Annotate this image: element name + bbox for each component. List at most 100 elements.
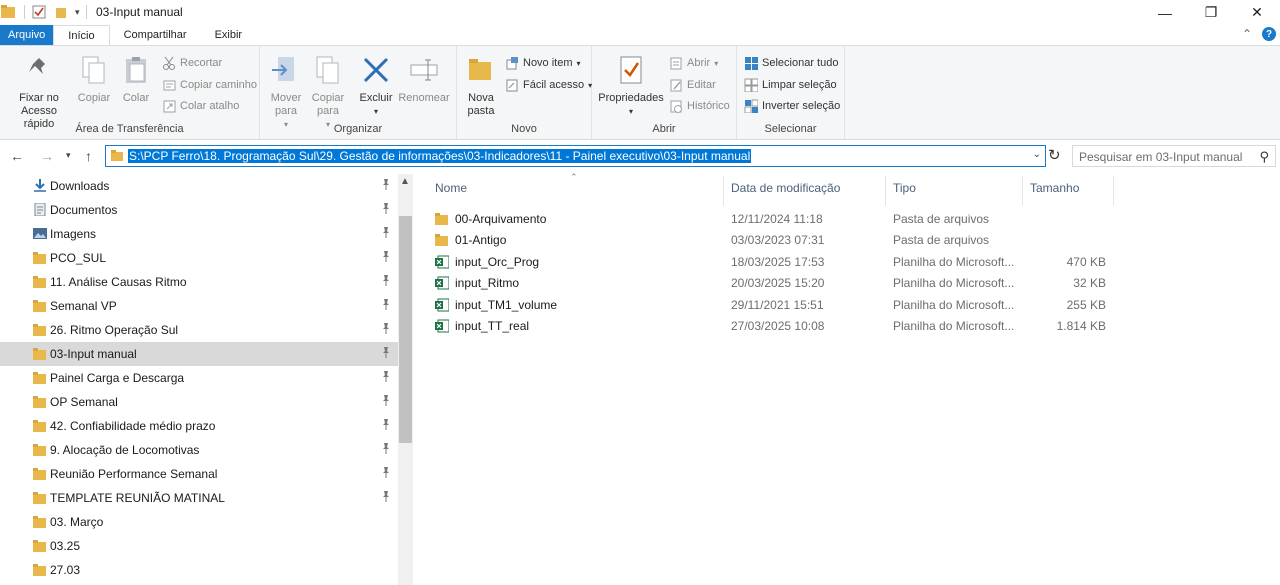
up-arrow-icon[interactable]: ↑ — [85, 148, 92, 164]
nav-item[interactable]: Reunião Performance Semanal — [0, 462, 398, 486]
scroll-up-icon[interactable]: ▲ — [400, 176, 410, 187]
file-row[interactable]: input_TM1_volume 29/11/2021 15:51 Planilha… — [431, 294, 1131, 315]
tab-inicio[interactable]: Início — [53, 25, 110, 45]
copy-button[interactable]: Copiar — [76, 54, 112, 105]
select-all-button[interactable]: Selecionar tudo — [744, 56, 838, 70]
column-divider[interactable] — [885, 176, 886, 206]
file-row[interactable]: input_Ritmo 20/03/2025 15:20 Planilha do M… — [431, 272, 1131, 293]
copy-path-button[interactable]: Copiar caminho — [162, 78, 257, 92]
nav-item-label: 42. Confiabilidade médio prazo — [50, 419, 216, 433]
clipboard-group-label: Área de Transferência — [75, 123, 184, 135]
delete-button[interactable]: Excluir ▾ — [358, 54, 394, 118]
move-to-button[interactable]: Mover para ▾ — [268, 54, 304, 131]
maximize-button[interactable]: ❐ — [1188, 0, 1234, 25]
pin-icon[interactable] — [381, 179, 391, 193]
pin-quick-access-button[interactable]: Fixar no Acesso rápido — [4, 54, 74, 131]
new-item-button[interactable]: Novo item ▾ — [505, 56, 581, 70]
nav-item[interactable]: 03-Input manual — [0, 342, 398, 366]
scrollbar-thumb[interactable] — [399, 216, 412, 443]
tab-exibir[interactable]: Exibir — [201, 25, 257, 45]
pin-icon[interactable] — [381, 467, 391, 481]
pin-icon[interactable] — [381, 443, 391, 457]
search-icon[interactable]: ⚲ — [1259, 149, 1269, 165]
nav-item[interactable]: 03. Março — [0, 510, 398, 534]
pin-icon[interactable] — [381, 419, 391, 433]
file-row[interactable]: input_TT_real 27/03/2025 10:08 Planilha do… — [431, 315, 1131, 336]
new-folder-button[interactable]: Nova pasta — [463, 54, 499, 118]
pin-icon[interactable] — [381, 203, 391, 217]
refresh-icon[interactable]: ↻ — [1048, 146, 1061, 164]
pin-icon[interactable] — [381, 395, 391, 409]
nav-item[interactable]: 9. Alocação de Locomotivas — [0, 438, 398, 462]
nav-item[interactable]: OP Semanal — [0, 390, 398, 414]
nav-item[interactable]: TEMPLATE REUNIÃO MATINAL — [0, 486, 398, 510]
nav-item[interactable]: 42. Confiabilidade médio prazo — [0, 414, 398, 438]
file-row[interactable]: 01-Antigo 03/03/2023 07:31 Pasta de arquiv… — [431, 229, 1131, 250]
nav-item-label: TEMPLATE REUNIÃO MATINAL — [50, 491, 225, 505]
pin-icon[interactable] — [381, 227, 391, 241]
properties-button[interactable]: Propriedades ▾ — [598, 54, 664, 118]
close-button[interactable]: ✕ — [1234, 0, 1280, 25]
nav-item[interactable]: 11. Análise Causas Ritmo — [0, 270, 398, 294]
nav-item[interactable]: Downloads — [0, 174, 398, 198]
pin-icon[interactable] — [381, 371, 391, 385]
address-dropdown-icon[interactable]: ⌄ — [1033, 149, 1041, 160]
nav-item[interactable]: Documentos — [0, 198, 398, 222]
file-row[interactable]: input_Orc_Prog 18/03/2025 17:53 Planilha d… — [431, 251, 1131, 272]
paste-shortcut-button[interactable]: Colar atalho — [162, 99, 239, 113]
nav-item[interactable]: PCO_SUL — [0, 246, 398, 270]
nav-item[interactable]: Painel Carga e Descarga — [0, 366, 398, 390]
recent-locations-icon[interactable]: ▾ — [66, 150, 71, 161]
copy-to-button[interactable]: Copiar para ▾ — [308, 54, 348, 131]
new-folder-icon[interactable] — [53, 4, 69, 20]
pin-icon[interactable] — [381, 491, 391, 505]
forward-arrow-icon[interactable]: → — [40, 148, 54, 164]
column-divider[interactable] — [1022, 176, 1023, 206]
nav-item[interactable]: 26. Ritmo Operação Sul — [0, 318, 398, 342]
history-button[interactable]: Histórico — [669, 99, 730, 113]
nav-item-label: Reunião Performance Semanal — [50, 467, 218, 481]
customize-toolbar-icon[interactable]: ▾ — [75, 7, 80, 18]
scissors-icon — [163, 56, 175, 70]
open-button[interactable]: Abrir ▾ — [669, 56, 718, 70]
properties-icon[interactable] — [31, 4, 47, 20]
column-header-date[interactable]: Data de modificação — [731, 181, 840, 195]
nav-item[interactable]: Semanal VP — [0, 294, 398, 318]
folder-icon — [33, 491, 47, 504]
easy-access-button[interactable]: Fácil acesso ▾ — [505, 78, 592, 92]
rename-button[interactable]: Renomear — [398, 54, 450, 105]
column-divider[interactable] — [723, 176, 724, 206]
nav-item[interactable]: 03.25 — [0, 534, 398, 558]
select-none-button[interactable]: Limpar seleção — [744, 78, 837, 92]
cut-button[interactable]: Recortar — [162, 56, 222, 70]
search-box[interactable]: Pesquisar em 03-Input manual ⚲ — [1072, 145, 1276, 167]
title-bar: ▾ 03-Input manual — ❐ ✕ — [0, 0, 1280, 25]
column-header-type[interactable]: Tipo — [893, 181, 916, 195]
nav-scrollbar[interactable]: ▲ — [398, 174, 413, 585]
edit-button[interactable]: Editar — [669, 78, 716, 92]
nav-item[interactable]: 27.03 — [0, 558, 398, 582]
pin-icon[interactable] — [381, 323, 391, 337]
back-arrow-icon[interactable]: ← — [10, 148, 24, 164]
column-header-size[interactable]: Tamanho — [1030, 181, 1079, 195]
help-icon[interactable]: ? — [1262, 27, 1276, 41]
tab-arquivo[interactable]: Arquivo — [0, 25, 54, 45]
pin-icon[interactable] — [381, 299, 391, 313]
column-divider[interactable] — [1113, 176, 1114, 206]
ribbon: Fixar no Acesso rápido Copiar Colar Reco… — [0, 45, 1280, 140]
file-row[interactable]: 00-Arquivamento 12/11/2024 11:18 Pasta de … — [431, 208, 1131, 229]
address-bar[interactable]: S:\PCP Ferro\18. Programação Sul\29. Ges… — [105, 145, 1046, 167]
folder-icon — [435, 233, 449, 247]
minimize-button[interactable]: — — [1142, 0, 1188, 25]
collapse-ribbon-icon[interactable]: ⌃ — [1242, 27, 1252, 41]
paste-button[interactable]: Colar — [118, 54, 154, 105]
nav-item[interactable]: Imagens — [0, 222, 398, 246]
column-header-name[interactable]: Nome — [435, 181, 467, 195]
copy-path-icon — [163, 80, 176, 91]
pin-icon[interactable] — [381, 347, 391, 361]
pin-icon[interactable] — [381, 275, 391, 289]
address-path[interactable]: S:\PCP Ferro\18. Programação Sul\29. Ges… — [128, 149, 752, 163]
pin-icon[interactable] — [381, 251, 391, 265]
invert-selection-button[interactable]: Inverter seleção — [744, 99, 840, 113]
tab-compartilhar[interactable]: Compartilhar — [110, 25, 201, 45]
